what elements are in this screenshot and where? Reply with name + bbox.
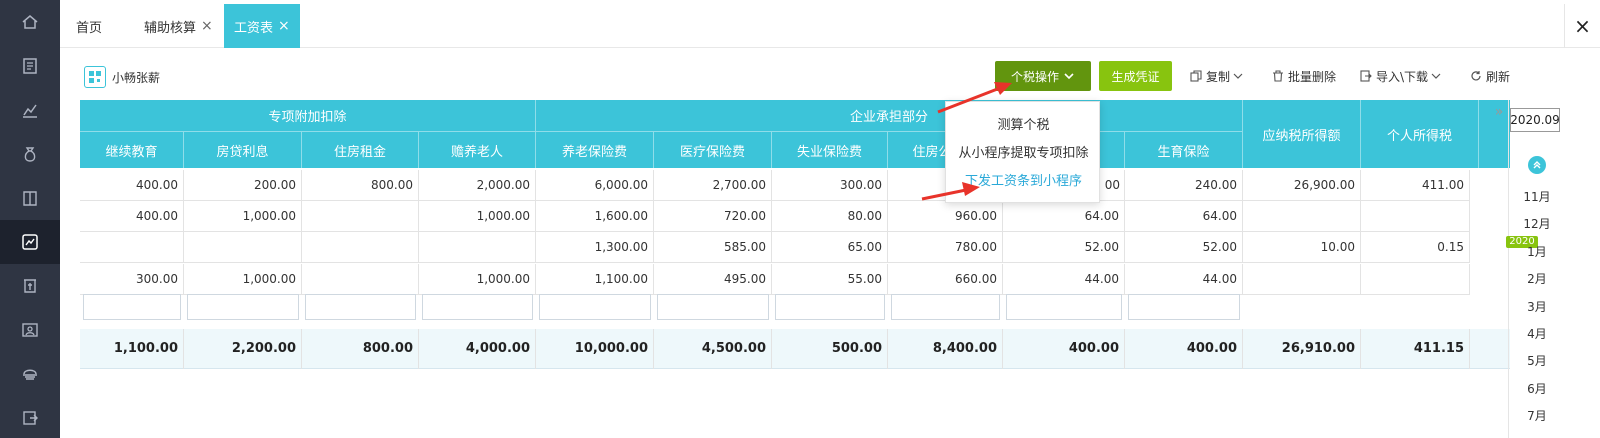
month-item[interactable]: 11月 (1512, 188, 1562, 205)
period-value: 2020.09 (1510, 113, 1560, 127)
month-item[interactable]: 5月 (1512, 352, 1562, 369)
arrow-to-send-payslip (921, 188, 967, 201)
month-item[interactable]: 1月 (1512, 243, 1562, 260)
month-item[interactable]: 6月 (1512, 380, 1562, 397)
month-item[interactable]: 2月 (1512, 270, 1562, 287)
scroll-up-button[interactable] (1528, 156, 1546, 174)
double-chevron-up-icon (1533, 161, 1541, 169)
month-item[interactable]: 12月 (1512, 215, 1562, 232)
arrow-head (962, 182, 980, 196)
arrow-to-tax-button (937, 86, 1001, 114)
period-selector[interactable]: 2020.09 (1510, 108, 1560, 132)
collapse-panel-button[interactable]: » (1490, 100, 1508, 124)
double-chevron-right-icon: » (1494, 104, 1504, 120)
month-item[interactable]: 7月 (1512, 407, 1562, 424)
month-item[interactable]: 3月 (1512, 298, 1562, 315)
annotation-arrows (921, 82, 1012, 201)
month-item[interactable]: 4月 (1512, 325, 1562, 342)
